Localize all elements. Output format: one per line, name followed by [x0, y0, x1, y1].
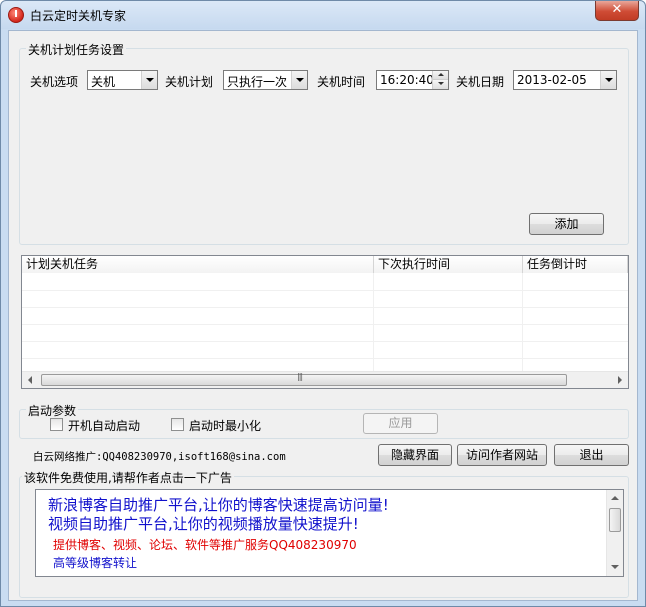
spin-down-icon[interactable]	[432, 80, 448, 89]
app-window: 白云定时关机专家 ✕ 关机计划任务设置 关机选项 关机 关机计划 只执行一次 关…	[0, 0, 646, 607]
auto-start-checkbox[interactable]	[50, 418, 63, 431]
shutdown-time-value: 16:20:40	[380, 73, 434, 87]
scroll-down-icon[interactable]	[607, 559, 623, 576]
scroll-thumb[interactable]	[41, 372, 567, 386]
apply-button[interactable]: 应用	[363, 413, 438, 434]
exit-button[interactable]: 退出	[554, 444, 629, 466]
ad-link-promo-service[interactable]: 提供博客、视频、论坛、软件等推广服务QQ408230970	[53, 536, 357, 553]
scroll-left-icon[interactable]	[22, 372, 39, 388]
scroll-right-icon[interactable]	[611, 372, 628, 388]
shutdown-time-picker[interactable]: 16:20:40	[376, 70, 449, 90]
visit-author-site-button[interactable]: 访问作者网站	[457, 444, 547, 466]
grid-line	[22, 290, 628, 291]
shutdown-option-value: 关机	[91, 75, 116, 89]
chevron-down-icon[interactable]	[291, 71, 307, 89]
plan-label: 关机计划	[165, 75, 214, 89]
scroll-up-icon[interactable]	[607, 490, 623, 507]
ad-link-video-promo[interactable]: 视频自助推广平台,让你的视频播放量快速提升!	[48, 513, 359, 534]
ad-link-blog-promo[interactable]: 新浪博客自助推广平台,让你的博客快速提高访问量!	[48, 494, 389, 515]
ad-group-legend: 该软件免费使用,请帮作者点击一下广告	[22, 469, 234, 486]
chevron-down-icon[interactable]	[141, 71, 157, 89]
shutdown-date-value: 2013-02-05	[517, 73, 587, 87]
ad-panel[interactable]: 新浪博客自助推广平台,让你的博客快速提高访问量! 视频自助推广平台,让你的视频播…	[35, 489, 624, 577]
task-list-header: 计划关机任务 下次执行时间 任务倒计时	[22, 256, 628, 273]
grid-line	[22, 324, 628, 325]
start-minimized-label[interactable]: 启动时最小化	[189, 417, 261, 434]
chevron-down-icon[interactable]	[600, 71, 616, 89]
grid-line	[22, 341, 628, 342]
startup-group: 启动参数 开机自动启动 启动时最小化 应用	[19, 402, 629, 439]
option-label: 关机选项	[30, 75, 79, 89]
title-bar[interactable]: 白云定时关机专家 ✕	[1, 1, 645, 29]
shutdown-option-select[interactable]: 关机	[87, 70, 158, 90]
start-minimized-checkbox[interactable]	[171, 418, 184, 431]
auto-start-label[interactable]: 开机自动启动	[68, 417, 140, 434]
date-label: 关机日期	[456, 75, 505, 89]
time-label: 关机时间	[317, 75, 366, 89]
schedule-group-legend: 关机计划任务设置	[26, 41, 127, 58]
shutdown-plan-select[interactable]: 只执行一次	[223, 70, 308, 90]
grid-line	[22, 307, 628, 308]
horizontal-scrollbar[interactable]	[22, 371, 628, 388]
promo-text: 白云网络推广:QQ408230970,isoft168@sina.com	[33, 451, 286, 463]
column-header-countdown[interactable]: 任务倒计时	[523, 256, 628, 273]
window-title: 白云定时关机专家	[30, 9, 127, 23]
scroll-thumb[interactable]	[609, 508, 621, 532]
task-list[interactable]: 计划关机任务 下次执行时间 任务倒计时	[21, 255, 629, 389]
shutdown-date-picker[interactable]: 2013-02-05	[513, 70, 617, 90]
client-area: 关机计划任务设置 关机选项 关机 关机计划 只执行一次 关机时间 16:20:4…	[8, 30, 638, 601]
hide-window-button[interactable]: 隐藏界面	[378, 444, 452, 466]
column-header-task[interactable]: 计划关机任务	[22, 256, 374, 273]
add-button[interactable]: 添加	[529, 213, 604, 235]
shutdown-plan-value: 只执行一次	[227, 75, 288, 89]
schedule-group: 关机计划任务设置 关机选项 关机 关机计划 只执行一次 关机时间 16:20:4…	[19, 41, 629, 245]
power-icon	[8, 7, 24, 23]
ad-group: 该软件免费使用,请帮作者点击一下广告 新浪博客自助推广平台,让你的博客快速提高访…	[19, 469, 629, 598]
spin-up-icon[interactable]	[432, 71, 448, 80]
vertical-scrollbar[interactable]	[606, 490, 623, 576]
column-header-next-run[interactable]: 下次执行时间	[374, 256, 523, 273]
grid-line	[22, 358, 628, 359]
close-button[interactable]: ✕	[595, 1, 639, 21]
ad-link-blog-transfer[interactable]: 高等级博客转让	[53, 554, 137, 571]
